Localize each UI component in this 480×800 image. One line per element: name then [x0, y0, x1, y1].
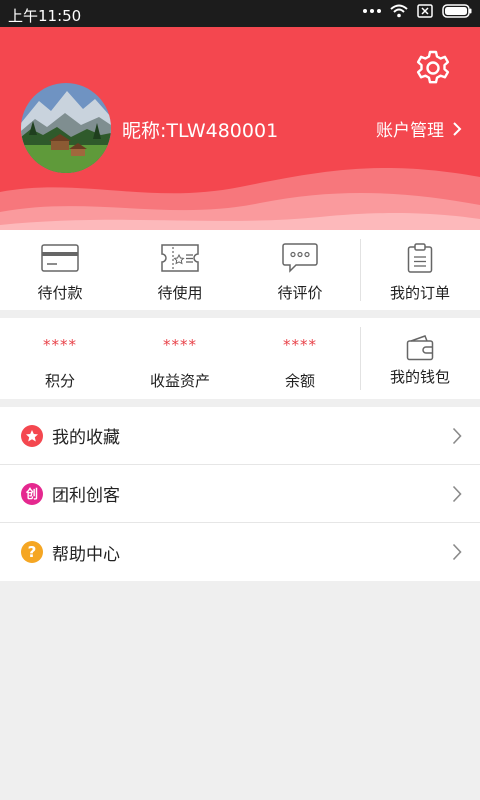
menu-item-help-center[interactable]: ? 帮助中心 [0, 523, 480, 581]
points-label: 积分 [44, 372, 75, 390]
balance-value: **** [283, 336, 317, 354]
chevron-right-icon [453, 121, 462, 136]
wifi-icon [390, 4, 408, 18]
points-value: **** [43, 336, 77, 354]
avatar[interactable] [21, 83, 111, 173]
help-icon: ? [21, 541, 43, 563]
battery-icon [442, 4, 472, 18]
chevron-right-icon [452, 543, 462, 561]
balance-label: 余额 [284, 372, 315, 390]
menu-item-help-center-label: 帮助中心 [52, 544, 120, 565]
more-dots-icon [363, 9, 381, 13]
assets-row: **** 积分 **** 收益资产 **** 余额 我的钱包 [0, 318, 480, 399]
ticket-icon [161, 244, 199, 272]
no-sim-icon [417, 4, 433, 18]
points-item[interactable]: **** 积分 [0, 318, 120, 399]
nickname: 昵称:TLW480001 [122, 120, 279, 142]
balance-item[interactable]: **** 余额 [240, 318, 360, 399]
order-pending-payment[interactable]: 待付款 [0, 230, 120, 310]
my-orders[interactable]: 我的订单 [360, 230, 480, 310]
comment-icon [282, 243, 318, 273]
order-pending-payment-label: 待付款 [37, 284, 83, 302]
status-time: 上午11:50 [8, 7, 82, 25]
menu-list: 我的收藏 创 团利创客 ? 帮助中心 [0, 407, 480, 581]
star-icon [21, 424, 43, 447]
my-orders-label: 我的订单 [389, 284, 450, 302]
order-pending-review-label: 待评价 [277, 284, 323, 302]
wallet-icon [406, 335, 434, 361]
chevron-right-icon [452, 485, 462, 503]
earnings-assets-label: 收益资产 [149, 372, 210, 390]
status-bar: 上午11:50 [0, 0, 480, 27]
order-pending-review[interactable]: 待评价 [240, 230, 360, 310]
my-wallet[interactable]: 我的钱包 [360, 318, 480, 399]
chevron-right-icon [452, 427, 462, 445]
avatar-landscape-image [21, 83, 111, 173]
menu-item-favorites[interactable]: 我的收藏 [0, 407, 480, 465]
earnings-assets-value: **** [163, 336, 197, 354]
earnings-assets-item[interactable]: **** 收益资产 [120, 318, 240, 399]
account-management-link[interactable]: 账户管理 [376, 116, 462, 141]
card-icon [41, 244, 79, 272]
my-wallet-label: 我的钱包 [389, 368, 450, 386]
profile-header: 昵称:TLW480001 账户管理 [0, 27, 480, 230]
clipboard-icon [407, 243, 433, 273]
order-pending-use[interactable]: 待使用 [120, 230, 240, 310]
menu-item-maker-label: 团利创客 [52, 486, 120, 506]
menu-item-favorites-label: 我的收藏 [52, 428, 120, 448]
order-pending-use-label: 待使用 [157, 284, 203, 302]
menu-item-maker[interactable]: 创 团利创客 [0, 465, 480, 523]
settings-gear-icon[interactable] [414, 49, 452, 87]
account-management-label: 账户管理 [376, 121, 444, 141]
order-status-row: 待付款 待使用 待评价 我的订单 [0, 230, 480, 310]
chuang-icon: 创 [21, 482, 43, 505]
